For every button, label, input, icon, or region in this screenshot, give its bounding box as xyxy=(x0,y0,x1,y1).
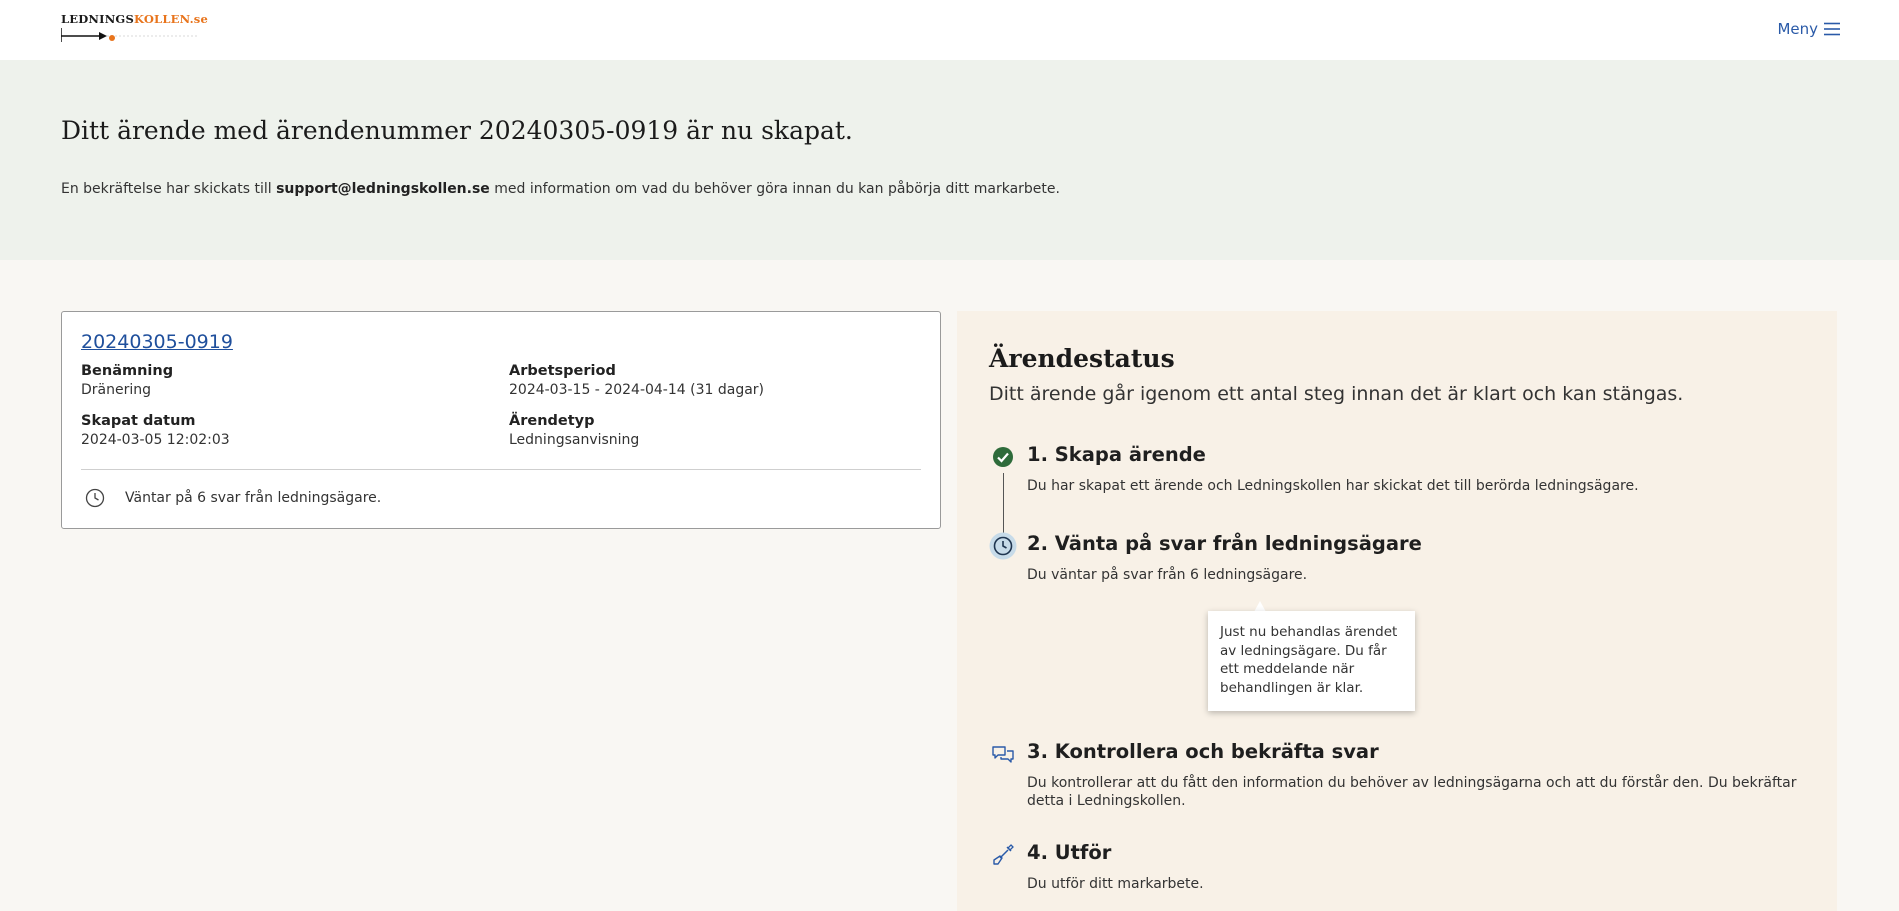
clock-icon xyxy=(989,532,1017,560)
field-label-benamning: Benämning xyxy=(81,363,174,379)
check-circle-icon xyxy=(993,447,1013,467)
step-1-title: 1. Skapa ärende xyxy=(1027,443,1206,466)
field-value-arbetsperiod: 2024-03-15 - 2024-04-14 (31 dagar) xyxy=(509,382,765,398)
step-3-title: 3. Kontrollera och bekräfta svar xyxy=(1027,740,1379,763)
page-title: Ditt ärende med ärendenummer 20240305-09… xyxy=(61,116,853,145)
step-2-desc: Du väntar på svar från 6 ledningsägare. xyxy=(1027,567,1308,583)
menu-button[interactable]: Meny xyxy=(1777,17,1840,41)
clock-icon xyxy=(85,488,105,508)
hamburger-icon xyxy=(1824,22,1840,36)
menu-label: Meny xyxy=(1777,20,1818,38)
hero-wave-divider xyxy=(0,240,1899,260)
step-connector xyxy=(1003,473,1004,533)
logo-text-part1: LEDNINGS xyxy=(61,12,134,26)
step-2-tooltip: Just nu behandlas ärendet av ledningsäga… xyxy=(1208,611,1415,711)
step-4-desc: Du utför ditt markarbete. xyxy=(1027,876,1204,892)
step-1-desc: Du har skapat ett ärende och Ledningskol… xyxy=(1027,478,1639,494)
field-value-skapat-datum: 2024-03-05 12:02:03 xyxy=(81,432,230,448)
field-value-arendetyp: Ledningsanvisning xyxy=(509,432,640,448)
logo-graphic xyxy=(61,28,199,42)
ledningskollen-logo[interactable]: LEDNINGSKOLLEN.se xyxy=(61,12,208,46)
status-title: Ärendestatus xyxy=(989,344,1175,373)
case-status-text: Väntar på 6 svar från ledningsägare. xyxy=(125,490,382,506)
case-number-link[interactable]: 20240305-0919 xyxy=(81,331,233,353)
status-subtitle: Ditt ärende går igenom ett antal steg in… xyxy=(989,383,1684,405)
logo-text-part2: KOLLEN.se xyxy=(133,12,208,26)
confirmation-hero xyxy=(0,60,1899,260)
step-2-title: 2. Vänta på svar från ledningsägare xyxy=(1027,532,1422,555)
card-divider xyxy=(81,469,921,470)
step-4-title: 4. Utför xyxy=(1027,841,1112,864)
case-status-line: Väntar på 6 svar från ledningsägare. xyxy=(85,488,381,508)
field-label-arbetsperiod: Arbetsperiod xyxy=(509,363,616,379)
confirmation-message: En bekräftelse har skickats till support… xyxy=(61,181,1060,197)
confirmation-email: support@ledningskollen.se xyxy=(276,181,490,197)
step-3-desc: Du kontrollerar att du fått den informat… xyxy=(1027,775,1797,809)
case-status-panel: Ärendestatus Ditt ärende går igenom ett … xyxy=(957,311,1837,911)
field-value-benamning: Dränering xyxy=(81,382,152,398)
case-summary-card: 20240305-0919 Benämning Dränering Arbets… xyxy=(61,311,941,529)
field-label-skapat-datum: Skapat datum xyxy=(81,413,196,429)
shovel-icon xyxy=(993,844,1014,865)
top-bar: LEDNINGSKOLLEN.se Meny xyxy=(0,0,1899,60)
chat-bubbles-icon xyxy=(992,746,1014,763)
field-label-arendetyp: Ärendetyp xyxy=(509,413,595,429)
